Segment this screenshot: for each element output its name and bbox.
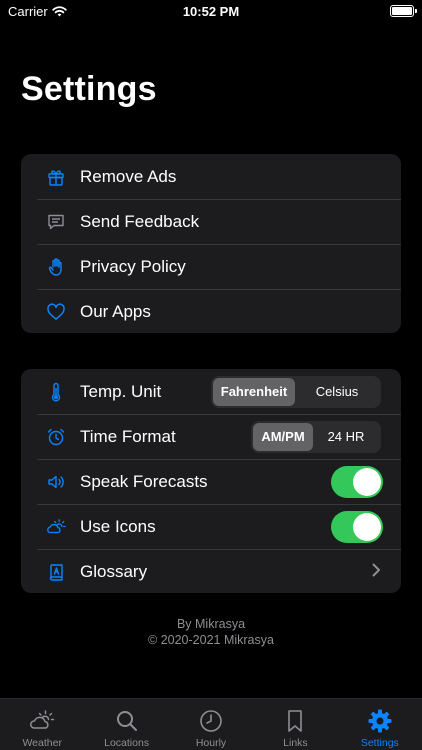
our-apps-row[interactable]: Our Apps xyxy=(21,289,401,333)
speak-forecasts-row: Speak Forecasts xyxy=(21,459,401,504)
tab-locations-label: Locations xyxy=(104,737,150,749)
tab-settings[interactable]: Settings xyxy=(338,699,422,750)
time-format-row: Time Format AM/PM 24 HR xyxy=(21,414,401,459)
footer-copyright: © 2020-2021 Mikrasya xyxy=(148,633,274,647)
remove-ads-label: Remove Ads xyxy=(80,166,177,186)
status-bar: Carrier 10:52 PM xyxy=(0,0,422,24)
tab-weather-label: Weather xyxy=(22,737,62,749)
use-icons-row: Use Icons xyxy=(21,504,401,549)
status-time: 10:52 PM xyxy=(182,4,240,19)
temp-unit-segmented: Fahrenheit Celsius xyxy=(211,375,381,408)
tab-links-label: Links xyxy=(283,737,308,749)
chat-bubble-icon xyxy=(45,211,67,233)
search-icon xyxy=(112,707,142,735)
remove-ads-row[interactable]: Remove Ads xyxy=(21,154,401,199)
hand-icon xyxy=(45,256,67,278)
clock-icon xyxy=(196,707,226,735)
tab-bar: Weather Locations Hourly Links Settings xyxy=(0,698,422,750)
battery-icon xyxy=(390,5,417,17)
privacy-policy-row[interactable]: Privacy Policy xyxy=(21,244,401,289)
glossary-row[interactable]: Glossary xyxy=(21,549,401,593)
time-format-segmented: AM/PM 24 HR xyxy=(251,420,381,453)
glossary-label: Glossary xyxy=(80,561,148,581)
thermometer-icon xyxy=(45,381,67,403)
tab-settings-label: Settings xyxy=(360,737,399,749)
footer-author: By Mikrasya xyxy=(176,617,246,631)
heart-icon xyxy=(45,301,67,323)
speaker-icon xyxy=(45,471,67,493)
page-title: Settings xyxy=(21,70,157,108)
gear-icon xyxy=(365,707,395,735)
bookmark-icon xyxy=(280,707,310,735)
am-pm-segment[interactable]: AM/PM xyxy=(253,422,313,451)
speak-forecasts-label: Speak Forecasts xyxy=(80,471,208,491)
temp-unit-label: Temp. Unit xyxy=(80,381,162,401)
send-feedback-label: Send Feedback xyxy=(80,211,200,231)
tab-hourly[interactable]: Hourly xyxy=(169,699,253,750)
alarm-clock-icon xyxy=(45,426,67,448)
fahrenheit-segment[interactable]: Fahrenheit xyxy=(213,377,295,406)
send-feedback-row[interactable]: Send Feedback xyxy=(21,199,401,244)
24-hr-segment[interactable]: 24 HR xyxy=(313,423,379,451)
partly-cloudy-icon xyxy=(45,516,67,538)
speak-forecasts-toggle[interactable] xyxy=(331,465,383,498)
our-apps-label: Our Apps xyxy=(80,301,151,321)
tab-weather[interactable]: Weather xyxy=(0,699,84,750)
book-icon xyxy=(45,561,67,583)
gift-icon xyxy=(45,166,67,188)
use-icons-label: Use Icons xyxy=(80,516,156,536)
tab-links[interactable]: Links xyxy=(253,699,337,750)
links-group: Remove Ads Send Feedback Privacy Policy xyxy=(21,154,401,333)
tab-locations[interactable]: Locations xyxy=(84,699,168,750)
time-format-label: Time Format xyxy=(80,426,176,446)
use-icons-toggle[interactable] xyxy=(331,510,383,543)
preferences-group: Temp. Unit Fahrenheit Celsius Time Forma… xyxy=(21,369,401,593)
privacy-policy-label: Privacy Policy xyxy=(80,256,186,276)
tab-hourly-label: Hourly xyxy=(195,737,227,749)
weather-icon xyxy=(27,707,57,735)
temp-unit-row: Temp. Unit Fahrenheit Celsius xyxy=(21,369,401,414)
celsius-segment[interactable]: Celsius xyxy=(295,378,379,406)
chevron-right-icon xyxy=(372,560,381,583)
